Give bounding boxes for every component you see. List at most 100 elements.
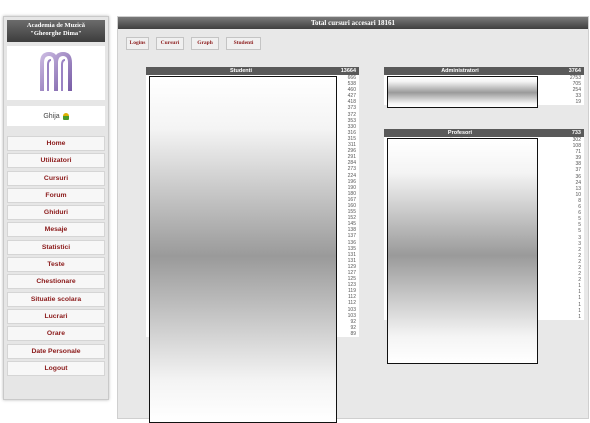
studenti-row-count: 373 xyxy=(347,105,356,112)
studenti-row-count: 418 xyxy=(347,99,356,106)
studenti-row-count: 92 xyxy=(350,324,356,331)
menu-item-utilizatori[interactable]: Utilizatori xyxy=(7,153,105,169)
menu-item-forum[interactable]: Forum xyxy=(7,187,105,203)
school-name-line2: "Gheorghe Dima" xyxy=(30,30,82,37)
studenti-row-count: 291 xyxy=(347,154,356,161)
profesori-row-count: 2 xyxy=(578,246,581,253)
studenti-row-count: 155 xyxy=(347,209,356,216)
studenti-row-count: 196 xyxy=(347,178,356,185)
administratori-total: 3764 xyxy=(568,68,581,74)
menu-item-chestionare[interactable]: Chestionare xyxy=(7,274,105,290)
menu-item-orare[interactable]: Orare xyxy=(7,326,105,342)
profesori-row-count: 1 xyxy=(578,283,581,290)
studenti-row-count: 311 xyxy=(348,142,356,149)
menu-item-ghiduri[interactable]: Ghiduri xyxy=(7,205,105,221)
profesori-row-count: 1 xyxy=(578,301,581,308)
studenti-row-count: 538 xyxy=(347,81,356,88)
profesori-total: 733 xyxy=(571,130,581,136)
profesori-row-count: 2 xyxy=(578,271,581,278)
studenti-row-count: 127 xyxy=(347,270,356,276)
studenti-row-count: 112 xyxy=(348,294,356,301)
menu-item-mesaje[interactable]: Mesaje xyxy=(7,222,105,238)
tab-bar: Logins Cursuri Graph Studenti xyxy=(126,37,268,50)
studenti-row-count: 353 xyxy=(347,117,356,124)
menu-item-home[interactable]: Home xyxy=(7,136,105,151)
profesori-row-count: 5 xyxy=(578,228,581,235)
studenti-row-count: 460 xyxy=(347,87,356,94)
studenti-row-count: 372 xyxy=(347,111,356,118)
studenti-row-count: 119 xyxy=(348,288,356,295)
profesori-row-count: 8 xyxy=(578,197,581,204)
administratori-header-label: Administratori xyxy=(441,68,479,74)
menu-item-statistici[interactable]: Statistici xyxy=(7,239,105,255)
profesori-row-count: 1 xyxy=(578,313,581,320)
studenti-row-count: 330 xyxy=(347,123,356,130)
studenti-total: 13664 xyxy=(340,68,356,74)
studenti-row-count: 190 xyxy=(347,184,356,191)
studenti-names-overlay xyxy=(149,76,337,423)
studenti-header-label: Studenti xyxy=(230,68,252,74)
studenti-row-count: 152 xyxy=(347,215,356,222)
studenti-row-count: 666 xyxy=(347,75,356,81)
studenti-row-count: 125 xyxy=(347,276,356,283)
administratori-table: Administratori 3764 2753 705 254 33 19 xyxy=(384,67,584,108)
school-name: Academia de Muzică "Gheorghe Dima" xyxy=(7,20,105,42)
studenti-row-count: 138 xyxy=(347,227,356,234)
profesori-row-count: 6 xyxy=(578,210,581,217)
profesori-header-label: Profesori xyxy=(447,130,473,136)
studenti-row-count: 103 xyxy=(347,306,356,313)
studenti-table-header: Studenti 13664 xyxy=(146,67,359,75)
logo xyxy=(7,46,105,100)
studenti-row-count: 315 xyxy=(347,135,356,142)
menu-item-teste[interactable]: Teste xyxy=(7,257,105,273)
current-user: Ghija xyxy=(7,106,105,126)
profesori-row-count: 38 xyxy=(575,161,581,168)
profesori-row-count: 302 xyxy=(572,137,581,143)
studenti-row-count: 92 xyxy=(350,318,356,325)
sidebar-menu: Home Utilizatori Cursuri Forum Ghiduri Mesaje… xyxy=(7,136,105,376)
studenti-row-count: 284 xyxy=(347,160,356,167)
profesori-row-count: 13 xyxy=(575,185,581,192)
tab-graph[interactable]: Graph xyxy=(191,37,219,50)
tab-logins[interactable]: Logins xyxy=(126,37,149,50)
profesori-row-count: 5 xyxy=(578,222,581,229)
administratori-row-count: 705 xyxy=(572,81,581,88)
menu-item-cursuri[interactable]: Cursuri xyxy=(7,170,105,186)
studenti-row-count: 167 xyxy=(347,196,356,203)
main-panel: Total cursuri accesari 18161 Logins Cursu… xyxy=(117,16,589,423)
profesori-table: Profesori 733 Pop Zsolt30210871393837362… xyxy=(384,129,584,364)
studenti-row-count: 316 xyxy=(347,129,356,136)
user-name: Ghija xyxy=(43,112,60,120)
studenti-row-count: 273 xyxy=(347,166,356,173)
menu-item-situatie-scolara[interactable]: Situatie scolara xyxy=(7,291,105,307)
studenti-row-count: 135 xyxy=(347,245,356,252)
menu-item-lucrari[interactable]: Lucrari xyxy=(7,308,105,324)
administratori-table-header: Administratori 3764 xyxy=(384,67,584,75)
profesori-row-count: 24 xyxy=(575,179,581,186)
sidebar: Academia de Muzică "Gheorghe Dima" Ghija… xyxy=(3,16,109,400)
profesori-row-count: 2 xyxy=(578,264,581,271)
studenti-row-count: 89 xyxy=(350,330,356,337)
profesori-table-header: Profesori 733 xyxy=(384,129,584,137)
profesori-row-count: 3 xyxy=(578,240,581,247)
studenti-table: Studenti 13664 666BULZESCU VALENTINA538D… xyxy=(146,67,359,423)
studenti-row-count: 123 xyxy=(347,282,356,289)
studenti-row-count: 137 xyxy=(347,233,356,240)
profesori-row-count: 1 xyxy=(578,295,581,302)
profesori-row-count: 1 xyxy=(578,307,581,314)
menu-item-date-personale[interactable]: Date Personale xyxy=(7,343,105,359)
tab-studenti[interactable]: Studenti xyxy=(226,37,261,50)
profesori-row-count: 71 xyxy=(575,149,581,156)
profesori-row-count: 36 xyxy=(575,173,581,180)
studenti-row-count: 131 xyxy=(347,257,356,264)
tab-cursuri[interactable]: Cursuri xyxy=(156,37,184,50)
studenti-row-count: 427 xyxy=(347,93,356,100)
profesori-row-count: 37 xyxy=(575,167,581,174)
studenti-row-count: 112 xyxy=(348,300,356,307)
administratori-row-count: 19 xyxy=(575,99,581,106)
profesori-row-count: 2 xyxy=(578,277,581,284)
profesori-row-count: 39 xyxy=(575,155,581,162)
menu-item-logout[interactable]: Logout xyxy=(7,360,105,376)
studenti-row-count: 103 xyxy=(347,312,356,319)
profesori-row-count: 2 xyxy=(578,252,581,259)
